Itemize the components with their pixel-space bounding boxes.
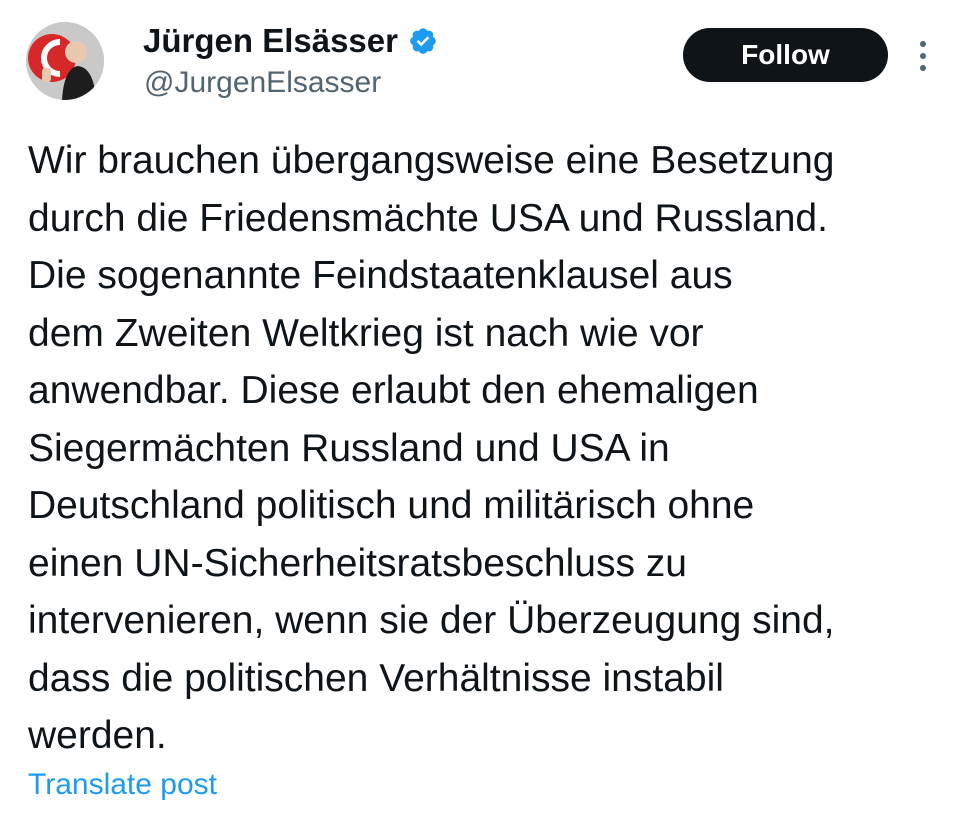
verified-badge-icon — [408, 26, 438, 56]
post-text-line: Die sogenannte Feindstaatenklausel aus — [28, 254, 733, 297]
post-text-line: werden. — [28, 714, 167, 757]
translate-post-link[interactable]: Translate post — [28, 768, 217, 802]
post-text-line: durch die Friedensmächte USA und Russlan… — [28, 196, 828, 240]
author-name-row: Jürgen Elsässer — [143, 16, 438, 66]
post-text-line: Wir brauchen übergangsweise eine Besetzu… — [28, 139, 835, 182]
avatar-photo — [26, 22, 104, 100]
post-text-line: Deutschland politisch und militärisch oh… — [28, 484, 755, 527]
post-text-line: Siegermächten Russland und USA in — [28, 426, 670, 470]
post-text: Wir brauchen übergangsweise eine Besetzu… — [28, 132, 958, 765]
tweet-card: Jürgen Elsässer @JurgenElsasser Follow W… — [0, 0, 968, 838]
post-text-line: einen UN-Sicherheitsratsbeschluss zu — [28, 541, 687, 585]
post-text-line: anwendbar. Diese erlaubt den ehemaligen — [28, 369, 759, 412]
author-display-name[interactable]: Jürgen Elsässer — [143, 22, 398, 60]
follow-button[interactable]: Follow — [683, 28, 888, 82]
post-text-line: dem Zweiten Weltkrieg ist nach wie vor — [28, 311, 704, 355]
post-text-line: dass die politischen Verhältnisse instab… — [28, 656, 724, 700]
more-options-icon[interactable] — [912, 36, 934, 76]
author-handle[interactable]: @JurgenElsasser — [144, 66, 381, 100]
avatar[interactable] — [26, 22, 104, 100]
post-text-line: intervenieren, wenn sie der Überzeugung … — [28, 599, 835, 642]
